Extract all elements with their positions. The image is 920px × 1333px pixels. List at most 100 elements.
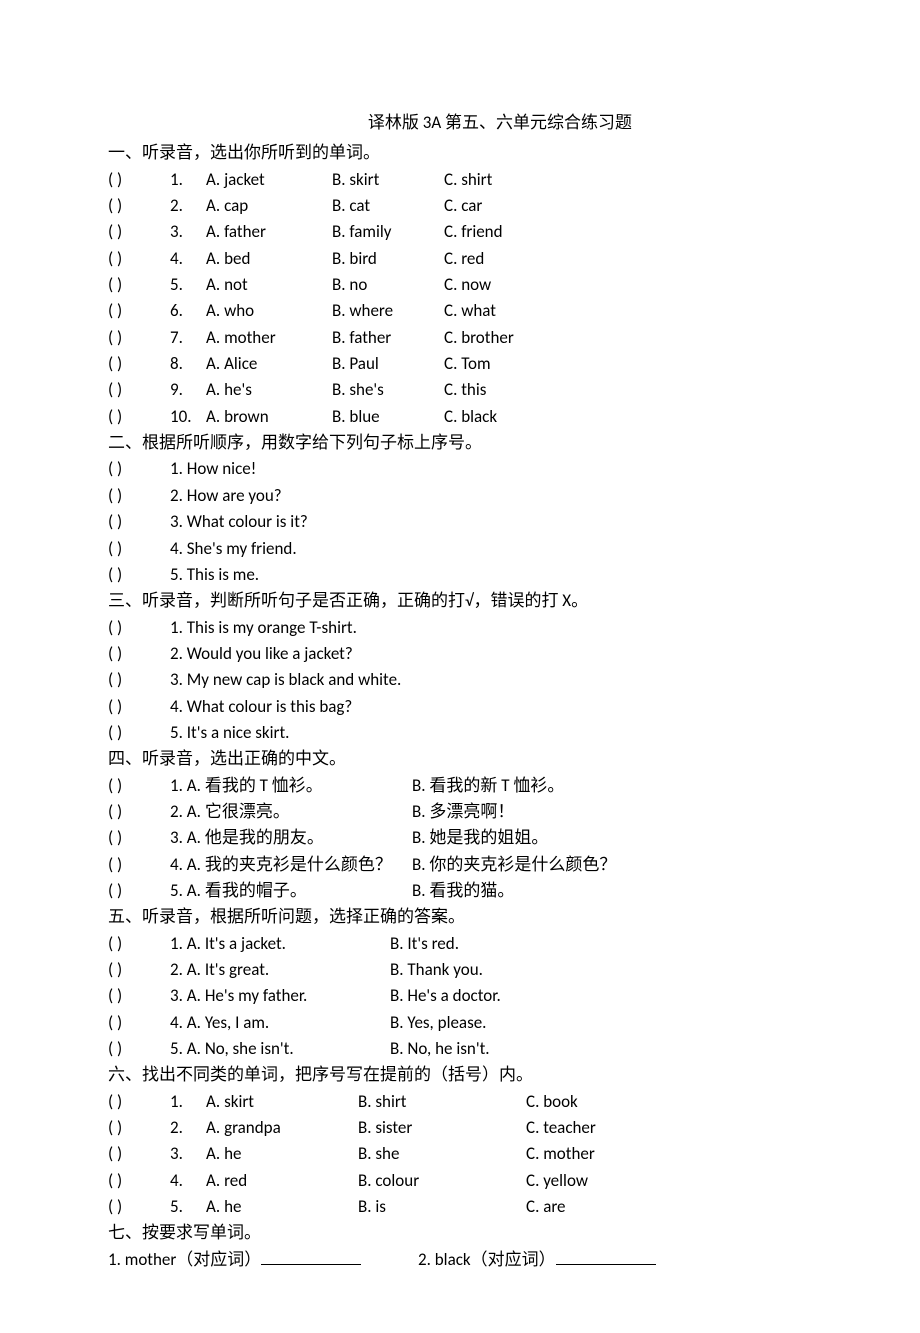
option-b: B. she's [332,377,444,403]
question-row: ( )1. This is my orange T-shirt. [108,615,812,641]
question-number: 9. [170,377,206,403]
answer-blank[interactable]: ( ) [108,694,170,720]
question-row: ( )5.A. notB. noC. now [108,272,812,298]
answer-blank[interactable]: ( ) [108,1141,170,1167]
answer-blank[interactable]: ( ) [108,377,170,403]
option-c: C. teacher [526,1115,596,1141]
question-row: ( )5. This is me. [108,562,812,588]
question-row: ( )3.A. fatherB. familyC. friend [108,219,812,245]
fill-blank[interactable] [261,1248,361,1265]
section-7-row: 1. mother（对应词） 2. black（对应词） [108,1247,812,1273]
answer-blank[interactable]: ( ) [108,193,170,219]
answer-blank[interactable]: ( ) [108,325,170,351]
option-b: B. It's red. [390,931,459,957]
answer-blank[interactable]: ( ) [108,878,170,904]
option-c: C. Tom [444,351,491,377]
answer-blank[interactable]: ( ) [108,246,170,272]
answer-blank[interactable]: ( ) [108,931,170,957]
question-text: 1. How nice! [170,456,256,482]
answer-blank[interactable]: ( ) [108,272,170,298]
question-number: 2. [170,193,206,219]
question-row: ( )4. A. 我的夹克衫是什么颜色？B. 你的夹克衫是什么颜色？ [108,852,812,878]
answer-blank[interactable]: ( ) [108,957,170,983]
answer-blank[interactable]: ( ) [108,667,170,693]
question-number: 6. [170,298,206,324]
option-b: B. she [358,1141,526,1167]
option-a: A. grandpa [206,1115,358,1141]
answer-blank[interactable]: ( ) [108,799,170,825]
answer-blank[interactable]: ( ) [108,456,170,482]
question-number: 7. [170,325,206,351]
option-b: B. Thank you. [390,957,483,983]
answer-blank[interactable]: ( ) [108,1194,170,1220]
section-6-header: 六、找出不同类的单词，把序号写在提前的（括号）内。 [108,1062,812,1088]
question-number: 4. [170,246,206,272]
question-text: 3. My new cap is black and white. [170,667,401,693]
option-b: B. family [332,219,444,245]
option-a: A. cap [206,193,332,219]
answer-blank[interactable]: ( ) [108,825,170,851]
answer-blank[interactable]: ( ) [108,1036,170,1062]
answer-blank[interactable]: ( ) [108,1089,170,1115]
answer-blank[interactable]: ( ) [108,1010,170,1036]
option-a: 2. A. It's great. [170,957,390,983]
answer-blank[interactable]: ( ) [108,983,170,1009]
answer-blank[interactable]: ( ) [108,720,170,746]
question-number: 3. [170,1141,206,1167]
question-row: ( )3. What colour is it? [108,509,812,535]
answer-blank[interactable]: ( ) [108,483,170,509]
question-row: ( )2.A. grandpaB. sisterC. teacher [108,1115,812,1141]
option-a: A. he [206,1141,358,1167]
section-6-body: ( )1.A. skirtB. shirtC. book( )2.A. gran… [108,1089,812,1221]
question-number: 2. [170,1115,206,1141]
fill-blank[interactable] [556,1248,656,1265]
option-c: C. mother [526,1141,595,1167]
question-row: ( )3. My new cap is black and white. [108,667,812,693]
option-b: B. where [332,298,444,324]
option-b: B. 看我的猫。 [412,878,514,904]
answer-blank[interactable]: ( ) [108,1115,170,1141]
answer-blank[interactable]: ( ) [108,641,170,667]
question-row: ( )3.A. heB. sheC. mother [108,1141,812,1167]
question-row: ( )7.A. motherB. fatherC. brother [108,325,812,351]
answer-blank[interactable]: ( ) [108,167,170,193]
answer-blank[interactable]: ( ) [108,298,170,324]
answer-blank[interactable]: ( ) [108,1168,170,1194]
option-b: B. no [332,272,444,298]
option-a: A. Alice [206,351,332,377]
question-text: 5. This is me. [170,562,259,588]
option-c: C. shirt [444,167,492,193]
answer-blank[interactable]: ( ) [108,773,170,799]
document-title: 译林版 3A 第五、六单元综合练习题 [108,110,812,136]
answer-blank[interactable]: ( ) [108,536,170,562]
answer-blank[interactable]: ( ) [108,219,170,245]
option-a: A. skirt [206,1089,358,1115]
question-text: 4. She's my friend. [170,536,297,562]
question-row: ( )10.A. brownB. blueC. black [108,404,812,430]
question-number: 1. [170,167,206,193]
question-row: ( )2. A. It's great.B. Thank you. [108,957,812,983]
question-row: ( )1. A. 看我的 T 恤衫。B. 看我的新 T 恤衫。 [108,773,812,799]
option-b: B. father [332,325,444,351]
question-row: ( )1.A. skirtB. shirtC. book [108,1089,812,1115]
answer-blank[interactable]: ( ) [108,404,170,430]
option-c: C. book [526,1089,578,1115]
question-text: 2. How are you? [170,483,282,509]
question-row: ( )4.A. bedB. birdC. red [108,246,812,272]
q7-1-label: 1. mother（对应词） [108,1249,261,1270]
option-c: C. now [444,272,491,298]
answer-blank[interactable]: ( ) [108,509,170,535]
question-row: ( )5.A. heB. isC. are [108,1194,812,1220]
answer-blank[interactable]: ( ) [108,562,170,588]
section-5-body: ( )1. A. It's a jacket.B. It's red.( )2.… [108,931,812,1063]
option-b: B. Paul [332,351,444,377]
answer-blank[interactable]: ( ) [108,351,170,377]
option-b: B. No, he isn't. [390,1036,490,1062]
option-b: B. Yes, please. [390,1010,486,1036]
option-b: B. 你的夹克衫是什么颜色？ [412,852,616,878]
option-a: 4. A. Yes, I am. [170,1010,390,1036]
answer-blank[interactable]: ( ) [108,852,170,878]
option-a: A. he's [206,377,332,403]
option-a: A. father [206,219,332,245]
answer-blank[interactable]: ( ) [108,615,170,641]
